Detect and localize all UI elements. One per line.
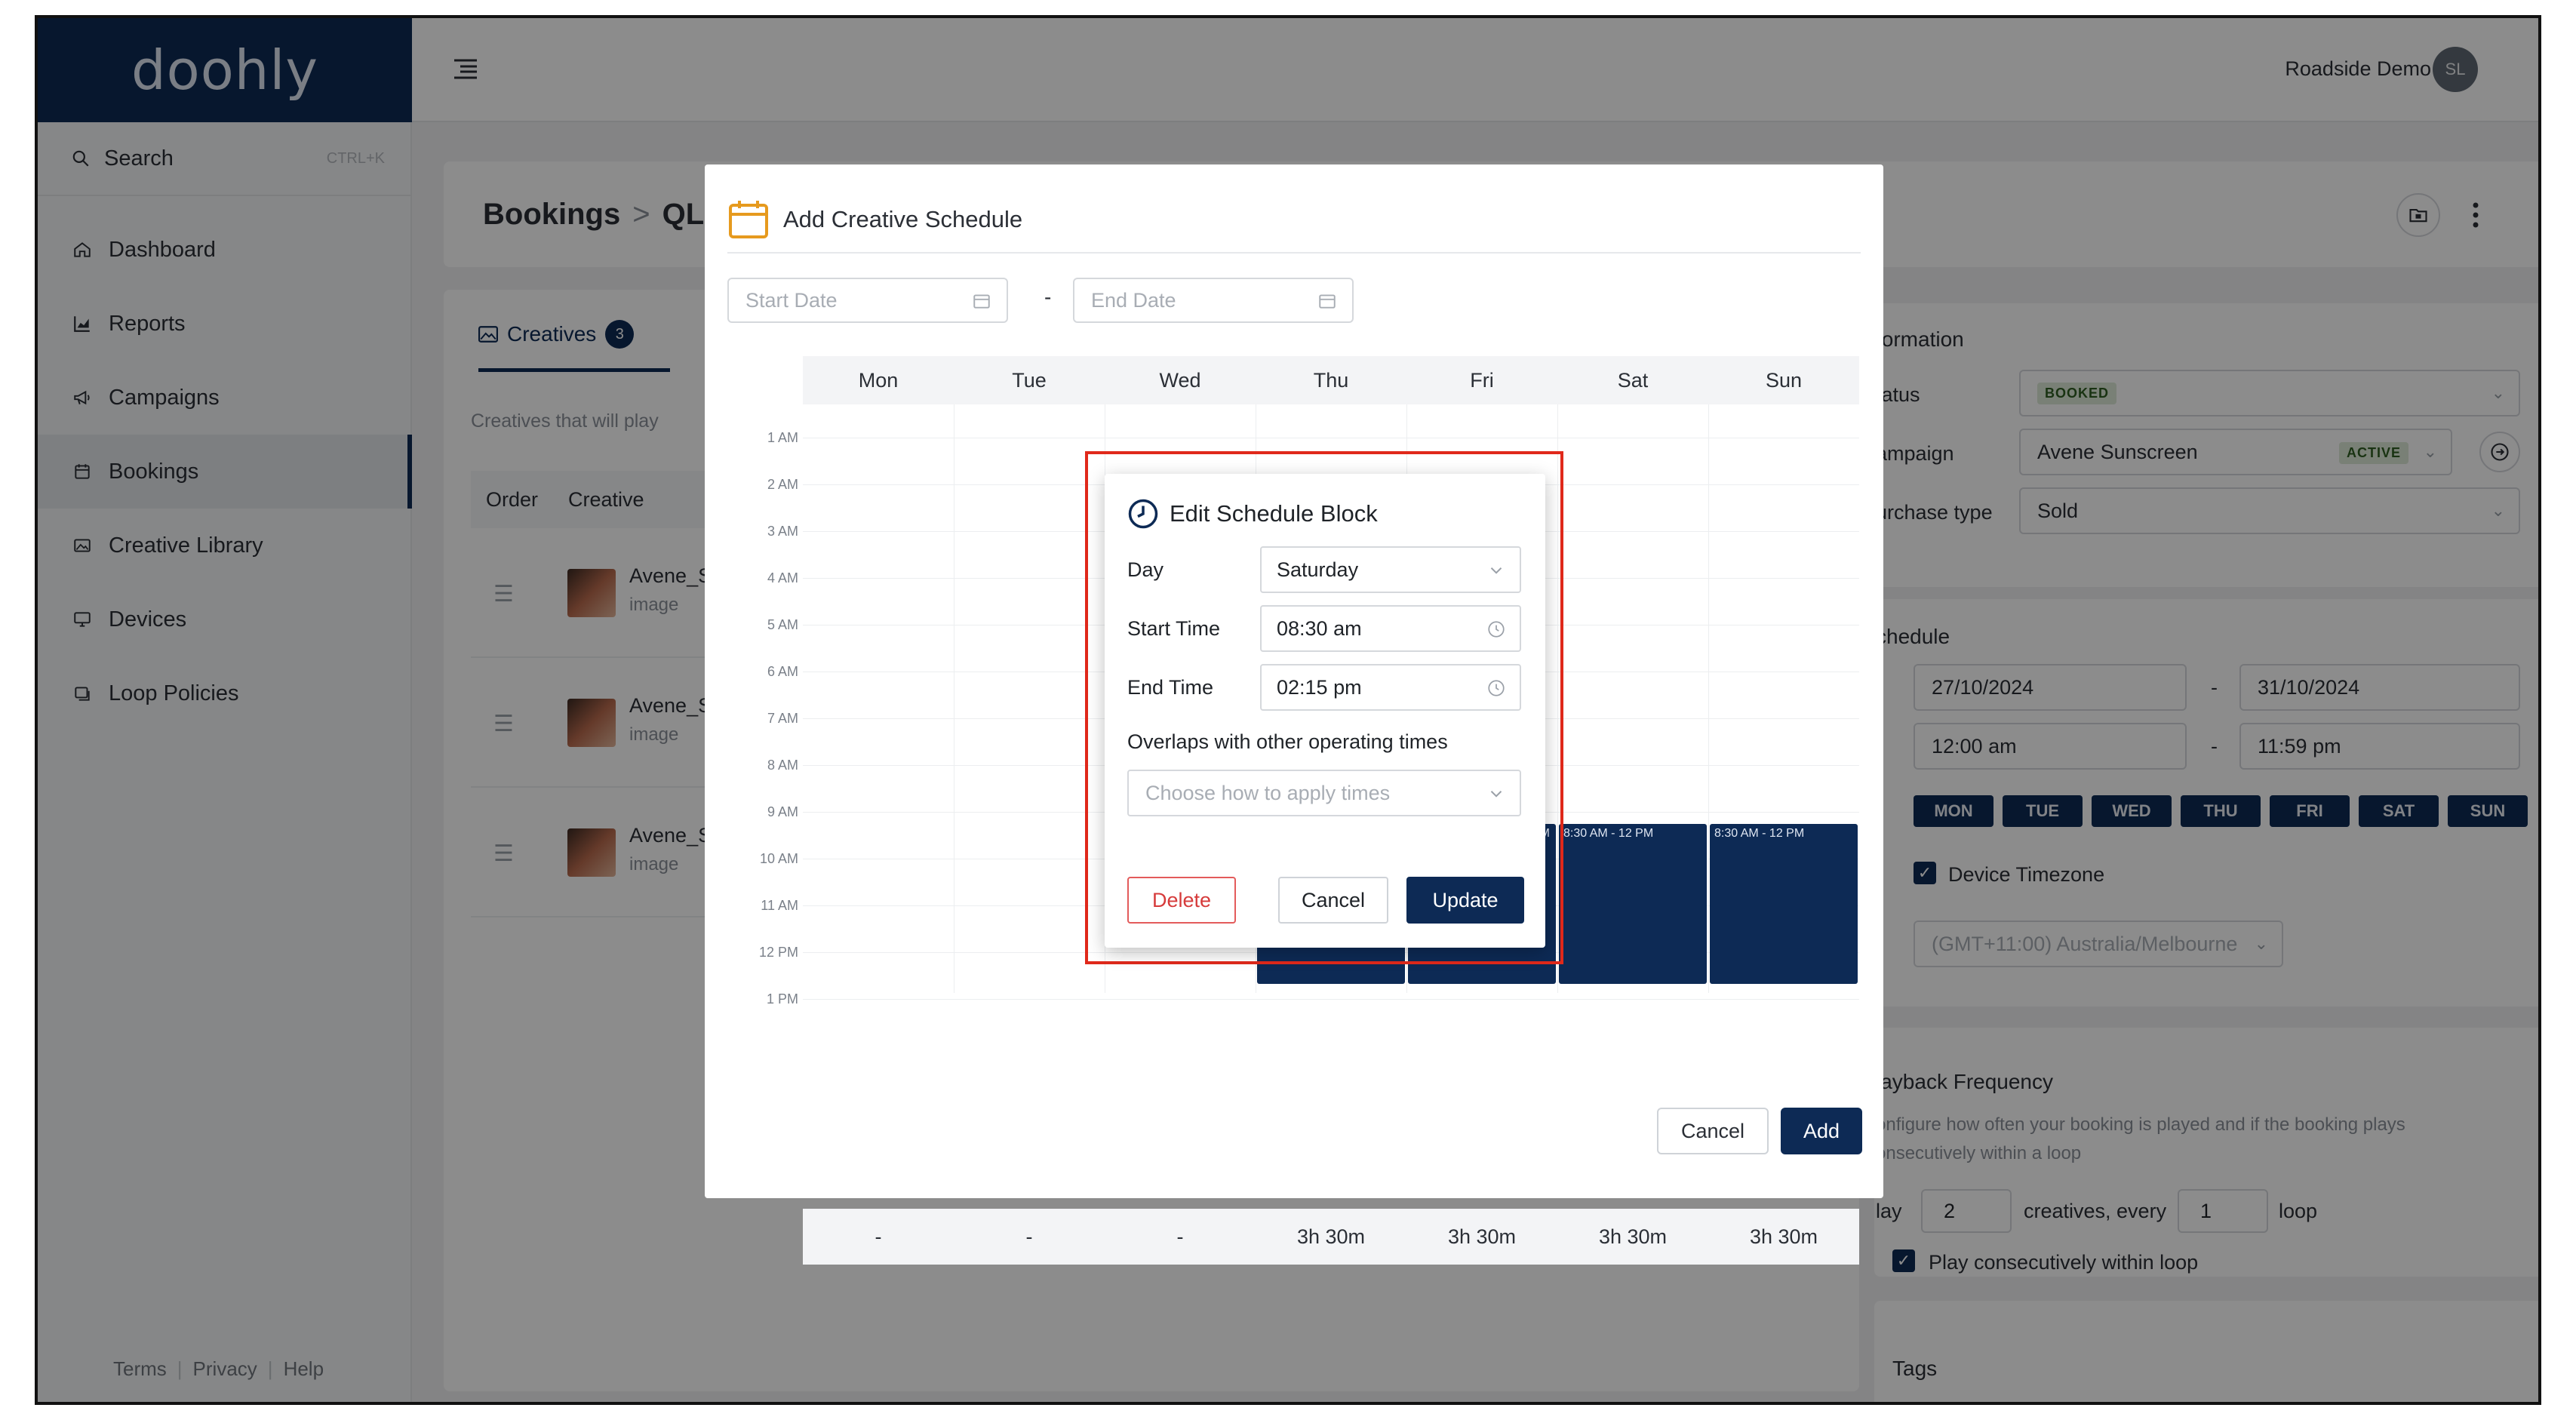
hour-label: 6 AM xyxy=(767,664,798,679)
start-time-value: 08:30 am xyxy=(1277,616,1362,640)
day-select[interactable]: Saturday xyxy=(1260,546,1521,593)
day-header-mon: Mon xyxy=(858,369,899,392)
calendar-icon xyxy=(973,294,990,309)
clock-icon xyxy=(1488,680,1505,696)
clock-icon xyxy=(1128,499,1158,529)
hour-label: 8 AM xyxy=(767,758,798,773)
calendar-icon xyxy=(1319,294,1336,309)
grid-column-divider xyxy=(1708,404,1709,993)
clock-icon xyxy=(1488,621,1505,638)
schedule-block-label: 8:30 AM - 12 PM xyxy=(1563,827,1654,840)
grid-day-totals: - - - 3h 30m 3h 30m 3h 30m 3h 30m xyxy=(803,1209,1859,1265)
dialog-title: Edit Schedule Block xyxy=(1127,498,1378,530)
modal-add-button[interactable]: Add xyxy=(1781,1108,1862,1154)
overlap-select[interactable]: Choose how to apply times xyxy=(1127,770,1521,816)
day-header-fri: Fri xyxy=(1470,369,1494,392)
grid-day-header: Mon Tue Wed Thu Fri Sat Sun xyxy=(803,356,1859,404)
hour-label: 4 AM xyxy=(767,570,798,586)
hour-label: 1 PM xyxy=(766,991,798,1007)
start-date-input[interactable]: Start Date xyxy=(727,278,1008,323)
day-header-tue: Tue xyxy=(1012,369,1047,392)
hour-label: 2 AM xyxy=(767,477,798,492)
hour-label: 5 AM xyxy=(767,617,798,632)
modal-header: Add Creative Schedule xyxy=(727,187,1861,254)
date-separator: - xyxy=(1044,285,1052,309)
hour-label: 9 AM xyxy=(767,804,798,819)
total-wed: - xyxy=(1176,1225,1184,1248)
overlap-label: Overlaps with other operating times xyxy=(1127,730,1448,753)
schedule-block-sat[interactable]: 8:30 AM - 12 PM xyxy=(1559,824,1707,984)
end-date-input[interactable]: End Date xyxy=(1073,278,1354,323)
total-mon: - xyxy=(875,1225,882,1248)
hour-label: 11 AM xyxy=(761,898,798,913)
day-header-thu: Thu xyxy=(1313,369,1349,392)
modal-cancel-button[interactable]: Cancel xyxy=(1657,1108,1769,1154)
day-header-sun: Sun xyxy=(1765,369,1803,392)
update-button[interactable]: Update xyxy=(1406,877,1524,924)
cancel-button[interactable]: Cancel xyxy=(1278,877,1388,924)
hour-label: 7 AM xyxy=(767,711,798,726)
chevron-down-icon xyxy=(1490,567,1502,574)
delete-button[interactable]: Delete xyxy=(1127,877,1236,924)
total-fri: 3h 30m xyxy=(1447,1225,1517,1248)
hour-label: 12 PM xyxy=(758,945,798,960)
end-time-label: End Time xyxy=(1127,676,1214,699)
schedule-block-label: 8:30 AM - 12 PM xyxy=(1714,827,1805,840)
day-label: Day xyxy=(1127,558,1164,581)
total-tue: - xyxy=(1025,1225,1033,1248)
hour-gridline xyxy=(803,999,1859,1000)
day-value: Saturday xyxy=(1277,558,1359,581)
day-header-wed: Wed xyxy=(1159,369,1201,392)
hour-label: 1 AM xyxy=(767,430,798,445)
hour-label: 3 AM xyxy=(767,524,798,539)
app-frame: doohly Search CTRL+K Dashboard Reports C… xyxy=(35,15,2541,1405)
schedule-block-sun[interactable]: 8:30 AM - 12 PM xyxy=(1710,824,1858,984)
end-date-placeholder: End Date xyxy=(1091,288,1176,312)
end-time-input[interactable]: 02:15 pm xyxy=(1260,664,1521,711)
total-sat: 3h 30m xyxy=(1598,1225,1668,1248)
calendar-icon xyxy=(729,201,768,238)
start-time-input[interactable]: 08:30 am xyxy=(1260,605,1521,652)
end-time-value: 02:15 pm xyxy=(1277,675,1362,699)
overlap-placeholder: Choose how to apply times xyxy=(1145,781,1391,804)
start-time-label: Start Time xyxy=(1127,617,1221,640)
start-date-placeholder: Start Date xyxy=(745,288,838,312)
dialog-title-text: Edit Schedule Block xyxy=(1170,500,1378,527)
day-header-sat: Sat xyxy=(1617,369,1649,392)
hour-label: 10 AM xyxy=(759,851,798,866)
edit-schedule-block-dialog: Edit Schedule Block Day Saturday Start T… xyxy=(1105,474,1545,948)
total-sun: 3h 30m xyxy=(1749,1225,1818,1248)
chevron-down-icon xyxy=(1490,791,1502,798)
modal-title: Add Creative Schedule xyxy=(783,206,1023,232)
total-thu: 3h 30m xyxy=(1296,1225,1366,1248)
